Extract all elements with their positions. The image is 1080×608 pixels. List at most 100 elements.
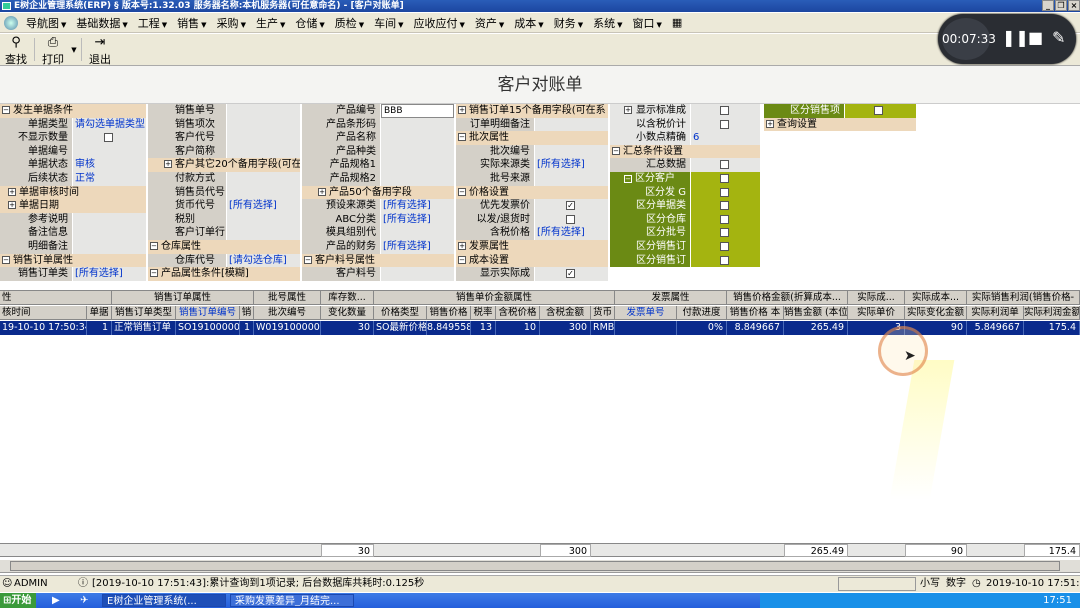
col-actual-unit[interactable]: 实际单价 <box>848 306 905 319</box>
col-invoice-no[interactable]: 发票单号 <box>615 306 677 319</box>
horizontal-scrollbar[interactable] <box>0 560 1080 573</box>
col-sales-price-base[interactable]: 销售价格 本 <box>727 306 784 319</box>
menu-ar-ap[interactable]: 应收应付 ▼ <box>409 15 470 31</box>
menu-sales[interactable]: 销售 ▼ <box>172 15 211 31</box>
show-std-cost-checkbox[interactable] <box>720 106 729 115</box>
menu-cost[interactable]: 成本 ▼ <box>509 15 548 31</box>
minimize-button[interactable]: _ <box>1042 0 1054 11</box>
col-batch-no[interactable]: 批次编号 <box>254 306 321 319</box>
warehouse-select[interactable]: [请勾选仓库] <box>227 253 300 268</box>
col-so-type[interactable]: 销售订单类型 <box>112 306 176 319</box>
grid-icon[interactable]: ▦ <box>667 16 687 29</box>
summary-checkbox[interactable] <box>720 160 729 170</box>
conditions-column-3: 产品编号 BBB 产品条形码 产品名称 产品种类 产品规格1 产品规格2 + 产品5… <box>302 104 454 281</box>
print-button[interactable]: ⎙ 打印 <box>37 34 69 67</box>
conditions-column-1: − 发生单据条件 单据类型 请勾选单据类型 不显示数量 单据编号 单据状态 审核 后续… <box>0 104 146 281</box>
col-tax-amount[interactable]: 含税金额 <box>540 306 591 319</box>
col-so-number[interactable]: 销售订单编号 <box>176 306 240 319</box>
group-product-conditions[interactable]: − 产品属性条件[模糊] <box>148 267 300 281</box>
pause-icon[interactable]: ❚❚ <box>1002 28 1029 48</box>
menu-navigation[interactable]: 导航图 ▼ <box>21 15 71 31</box>
group-batch[interactable]: − 批次属性 <box>456 131 608 145</box>
split-doc-type-checkbox[interactable] <box>720 201 729 211</box>
col-price-type[interactable]: 价格类型 <box>374 306 427 319</box>
menu-assets[interactable]: 资产 ▼ <box>470 15 509 31</box>
group-sales-order[interactable]: − 销售订单属性 <box>0 253 146 268</box>
col-actual-profit-amount[interactable]: 实际利润金额 <box>1024 306 1080 319</box>
col-sales-price[interactable]: 销售价格 <box>427 306 471 319</box>
split-sales-order-checkbox[interactable] <box>720 241 729 251</box>
group-invoice[interactable]: + 发票属性 <box>456 239 608 254</box>
group-summary-settings[interactable]: − 汇总条件设置 <box>610 144 760 159</box>
menu-purchase[interactable]: 采购 ▼ <box>212 15 251 31</box>
scrollbar-thumb[interactable] <box>10 561 1060 571</box>
col-tax-price[interactable]: 含税价格 <box>496 306 540 319</box>
exit-icon: ⇥ <box>94 35 106 50</box>
restore-button[interactable]: ❐ <box>1055 0 1067 11</box>
menu-warehouse[interactable]: 仓储 ▼ <box>290 15 329 31</box>
doc-number-field[interactable] <box>73 144 146 159</box>
group-customer-split[interactable]: − 区分客户 <box>610 171 690 186</box>
followup-status-select[interactable]: 正常 <box>73 171 146 186</box>
pen-icon[interactable]: ✎ <box>1052 28 1065 48</box>
menu-basic-data[interactable]: 基础数据 ▼ <box>71 15 132 31</box>
close-button[interactable]: × <box>1068 0 1080 11</box>
split-batch-checkbox[interactable] <box>720 228 729 238</box>
exit-button[interactable]: ⇥ 退出 <box>84 34 116 67</box>
sales-order-type-select[interactable]: [所有选择] <box>73 267 146 281</box>
col-currency[interactable]: 货币 <box>591 306 615 319</box>
product-code-input[interactable]: BBB <box>381 104 454 118</box>
col-qty[interactable]: 变化数量 <box>321 306 374 319</box>
menu-finance[interactable]: 财务 ▼ <box>549 15 588 31</box>
find-button[interactable]: ⚲ 查找 <box>0 34 32 67</box>
doc-status-select[interactable]: 审核 <box>73 158 146 172</box>
shipment-price-checkbox[interactable] <box>566 214 575 224</box>
tax-price-checkbox[interactable] <box>720 119 729 129</box>
col-actual-profit-unit[interactable]: 实际利润单 <box>967 306 1024 319</box>
group-query-settings[interactable]: + 查询设置 <box>764 117 916 132</box>
task-purchase-invoice[interactable]: 采购发票差异_月结完... <box>230 594 354 607</box>
group-sales-order-fields[interactable]: + 销售订单15个备用字段(可在系 <box>456 104 608 118</box>
start-button[interactable]: ⊞开始 <box>0 593 36 608</box>
col-actual-change-amount[interactable]: 实际变化金额 <box>905 306 967 319</box>
split-sales-order-2-checkbox[interactable] <box>720 255 729 265</box>
split-warehouse-checkbox[interactable] <box>720 214 729 224</box>
group-cost-settings[interactable]: − 成本设置 <box>456 253 608 268</box>
col-so-item[interactable]: 销 <box>240 306 254 319</box>
group-customer-fields[interactable]: + 客户其它20个备用字段(可在 <box>148 158 300 172</box>
currency-select[interactable]: [所有选择] <box>227 199 300 213</box>
quicklaunch-icon-2[interactable]: ✈ <box>80 593 88 608</box>
menu-quality[interactable]: 质检 ▼ <box>330 15 369 31</box>
group-doc-date[interactable]: + 单据日期 <box>0 199 146 213</box>
col-tax-rate[interactable]: 税率 <box>471 306 496 319</box>
print-dropdown[interactable]: ▼ <box>69 34 79 65</box>
col-payment-progress[interactable]: 付款进度 <box>677 306 727 319</box>
stop-icon[interactable]: ■ <box>1028 28 1043 48</box>
expand-std-cost[interactable]: + 显示标准成 <box>610 104 690 118</box>
group-audit-time[interactable]: + 单据审核时间 <box>0 185 146 200</box>
menu-engineering[interactable]: 工程 ▼ <box>133 15 172 31</box>
menu-window[interactable]: 窗口 ▼ <box>627 15 666 31</box>
split-customer-checkbox[interactable] <box>720 173 729 183</box>
col-sales-amount-base[interactable]: 销售金额 (本位 <box>784 306 848 319</box>
menu-production[interactable]: 生产 ▼ <box>251 15 290 31</box>
split-g-checkbox[interactable] <box>720 187 729 197</box>
split-sales-item-checkbox[interactable] <box>874 106 883 115</box>
task-erp[interactable]: E树企业管理系统(... <box>102 594 226 607</box>
hide-qty-checkbox[interactable] <box>104 133 113 143</box>
group-price-settings[interactable]: − 价格设置 <box>456 185 608 200</box>
show-actual-cost-checkbox[interactable]: ✓ <box>566 269 575 279</box>
invoice-price-checkbox[interactable]: ✓ <box>566 201 575 211</box>
menu-workshop[interactable]: 车间 ▼ <box>369 15 408 31</box>
col-doc[interactable]: 单据 <box>87 306 112 319</box>
doc-type-select[interactable]: 请勾选单据类型 <box>73 117 146 132</box>
quicklaunch-icon[interactable]: ▶ <box>52 593 60 608</box>
col-audit-time[interactable]: 核时间 <box>0 306 87 319</box>
group-warehouse[interactable]: − 仓库属性 <box>148 239 300 254</box>
navigation-icon[interactable] <box>4 15 18 30</box>
menu-system[interactable]: 系统 ▼ <box>588 15 627 31</box>
group-product-fields[interactable]: + 产品50个备用字段 <box>302 185 454 200</box>
group-customer-part[interactable]: − 客户料号属性 <box>302 253 454 268</box>
group-document-conditions[interactable]: − 发生单据条件 <box>0 104 146 118</box>
decimal-precision-field[interactable]: 6 <box>691 131 760 145</box>
